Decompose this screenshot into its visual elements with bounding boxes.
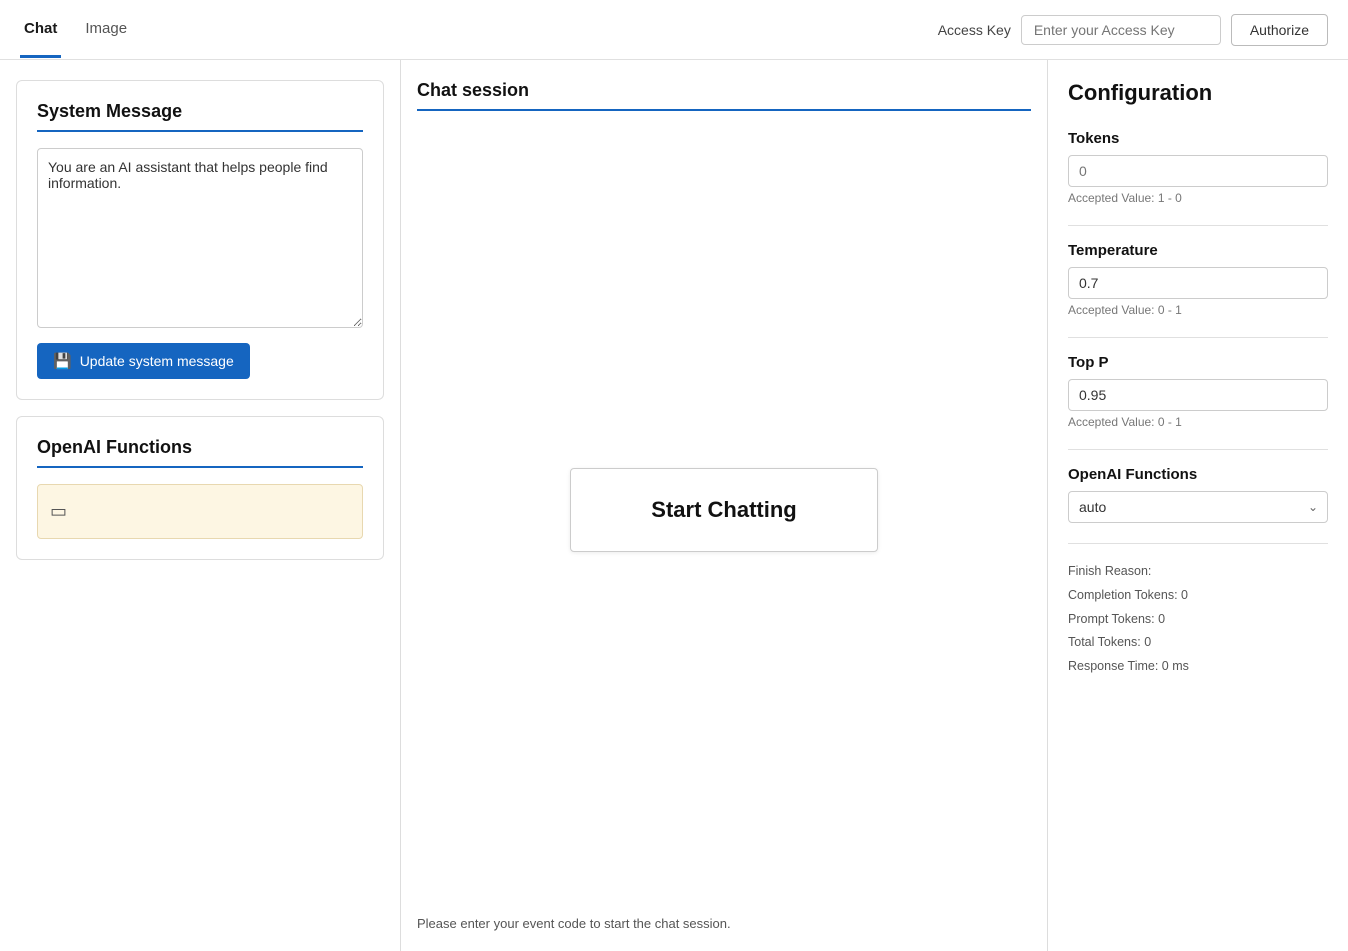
save-icon: 💾 [53,352,72,370]
top-p-label: Top P [1068,354,1328,371]
stats-block: Finish Reason: Completion Tokens: 0 Prom… [1068,560,1328,679]
middle-panel: Chat session Start Chatting Please enter… [400,60,1048,951]
right-panel: Configuration Tokens Accepted Value: 1 -… [1048,60,1348,951]
tab-image[interactable]: Image [81,2,131,58]
access-key-input[interactable] [1021,15,1221,45]
divider-2 [1068,337,1328,338]
tokens-label: Tokens [1068,130,1328,147]
chat-session-title: Chat session [417,80,1031,111]
function-icon: ▭ [50,501,67,522]
divider-1 [1068,225,1328,226]
update-system-message-button[interactable]: 💾 Update system message [37,343,250,379]
config-openai-functions-section: OpenAI Functions auto none function ⌄ [1068,466,1328,523]
openai-functions-title: OpenAI Functions [37,437,363,468]
top-p-input[interactable] [1068,379,1328,411]
tab-chat[interactable]: Chat [20,2,61,58]
chat-session-body: Start Chatting [417,111,1031,908]
system-message-title: System Message [37,101,363,132]
total-tokens: Total Tokens: 0 [1068,631,1328,655]
tokens-input[interactable] [1068,155,1328,187]
openai-functions-select[interactable]: auto none function [1068,491,1328,523]
finish-reason: Finish Reason: [1068,560,1328,584]
authorize-button[interactable]: Authorize [1231,14,1328,46]
main-layout: System Message You are an AI assistant t… [0,60,1348,951]
top-p-hint: Accepted Value: 0 - 1 [1068,415,1328,429]
temperature-hint: Accepted Value: 0 - 1 [1068,303,1328,317]
tokens-hint: Accepted Value: 1 - 0 [1068,191,1328,205]
header-right: Access Key Authorize [938,14,1328,46]
access-key-label: Access Key [938,22,1011,38]
left-panel: System Message You are an AI assistant t… [0,60,400,951]
system-message-card: System Message You are an AI assistant t… [16,80,384,400]
divider-4 [1068,543,1328,544]
openai-functions-area: ▭ [37,484,363,539]
system-message-textarea[interactable]: You are an AI assistant that helps peopl… [37,148,363,328]
temperature-input[interactable] [1068,267,1328,299]
chat-footer-note: Please enter your event code to start th… [417,908,1031,931]
update-button-label: Update system message [80,353,234,369]
start-chatting-button[interactable]: Start Chatting [570,468,877,552]
divider-3 [1068,449,1328,450]
top-p-section: Top P Accepted Value: 0 - 1 [1068,354,1328,429]
configuration-title: Configuration [1068,80,1328,106]
header-tabs: Chat Image [20,2,131,58]
openai-functions-select-wrapper: auto none function ⌄ [1068,491,1328,523]
temperature-label: Temperature [1068,242,1328,259]
tokens-section: Tokens Accepted Value: 1 - 0 [1068,130,1328,205]
openai-functions-card: OpenAI Functions ▭ [16,416,384,560]
config-openai-functions-label: OpenAI Functions [1068,466,1328,483]
response-time: Response Time: 0 ms [1068,655,1328,679]
completion-tokens: Completion Tokens: 0 [1068,584,1328,608]
prompt-tokens: Prompt Tokens: 0 [1068,608,1328,632]
header: Chat Image Access Key Authorize [0,0,1348,60]
temperature-section: Temperature Accepted Value: 0 - 1 [1068,242,1328,317]
